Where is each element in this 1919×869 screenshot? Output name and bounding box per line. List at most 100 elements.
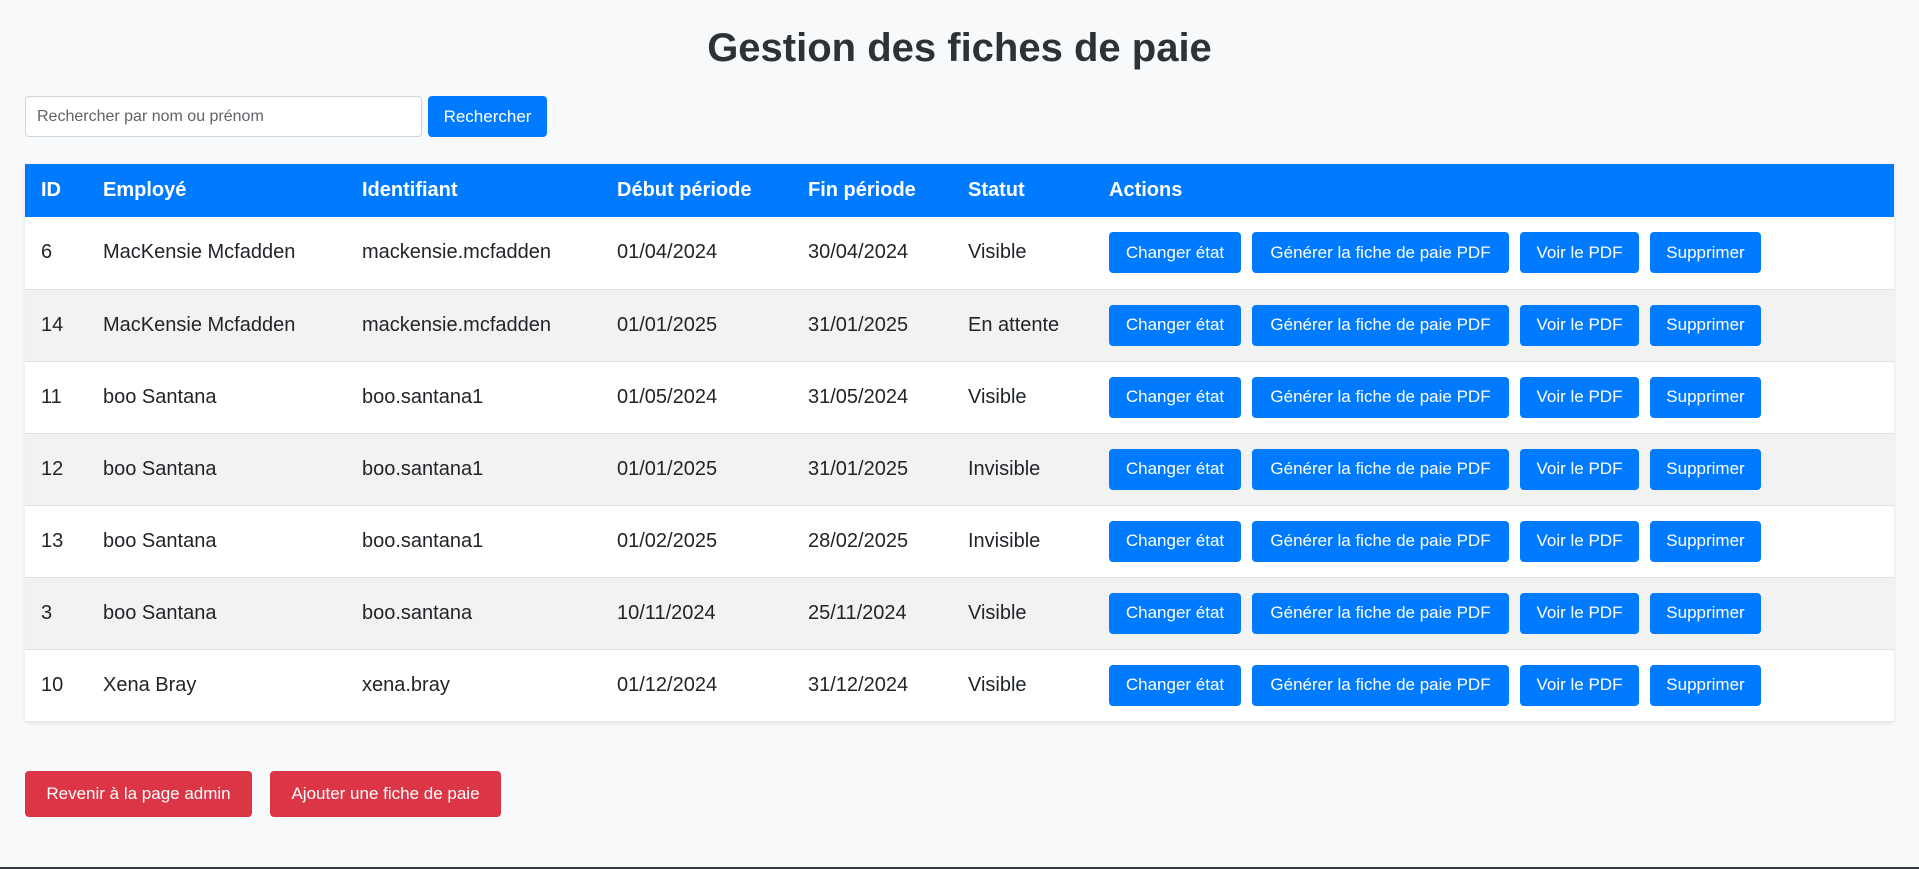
table-row: 6 MacKensie Mcfadden mackensie.mcfadden … [25, 217, 1894, 289]
cell-status: Visible [968, 385, 1027, 408]
table-row: 3 boo Santana boo.santana 10/11/2024 25/… [25, 577, 1894, 649]
table-row: 11 boo Santana boo.santana1 01/05/2024 3… [25, 361, 1894, 433]
cell-login: boo.santana1 [362, 529, 484, 552]
cell-employee: boo Santana [103, 457, 217, 480]
delete-button[interactable]: Supprimer [1650, 592, 1761, 634]
cell-status: Visible [968, 673, 1027, 696]
cell-id: 12 [41, 457, 64, 480]
cell-employee: boo Santana [103, 601, 217, 624]
cell-login: mackensie.mcfadden [362, 313, 551, 336]
delete-button[interactable]: Supprimer [1650, 448, 1761, 490]
generate-pdf-button[interactable]: Générer la fiche de paie PDF [1252, 448, 1509, 490]
cell-status: Visible [968, 241, 1027, 264]
cell-period-end: 30/04/2024 [808, 241, 909, 264]
cell-period-start: 01/02/2025 [617, 529, 718, 552]
change-state-button[interactable]: Changer état [1109, 520, 1241, 562]
generate-pdf-button[interactable]: Générer la fiche de paie PDF [1252, 664, 1509, 706]
cell-employee: MacKensie Mcfadden [103, 313, 296, 336]
cell-id: 14 [41, 313, 64, 336]
cell-status: Invisible [968, 529, 1041, 552]
cell-actions: Changer état Générer la fiche de paie PD… [1093, 649, 1894, 721]
cell-id: 11 [41, 385, 62, 408]
header-period-start: Début période [617, 179, 752, 201]
generate-pdf-button[interactable]: Générer la fiche de paie PDF [1252, 592, 1509, 634]
payslip-table-container: ID Employé Identifiant Début période Fin… [25, 164, 1894, 721]
generate-pdf-button[interactable]: Générer la fiche de paie PDF [1252, 304, 1509, 346]
cell-employee: boo Santana [103, 529, 217, 552]
cell-login: xena.bray [362, 673, 450, 696]
cell-status: En attente [968, 313, 1060, 336]
cell-id: 13 [41, 529, 64, 552]
view-pdf-button[interactable]: Voir le PDF [1520, 448, 1639, 490]
header-login: Identifiant [362, 179, 458, 201]
cell-actions: Changer état Générer la fiche de paie PD… [1093, 577, 1894, 649]
cell-login: boo.santana1 [362, 457, 484, 480]
header-id: ID [41, 179, 61, 201]
page-title: Gestion des fiches de paie [707, 26, 1212, 70]
delete-button[interactable]: Supprimer [1650, 304, 1761, 346]
cell-period-end: 25/11/2024 [808, 601, 907, 624]
cell-employee: boo Santana [103, 385, 217, 408]
cell-login: boo.santana1 [362, 385, 484, 408]
delete-button[interactable]: Supprimer [1650, 376, 1761, 418]
generate-pdf-button[interactable]: Générer la fiche de paie PDF [1252, 520, 1509, 562]
view-pdf-button[interactable]: Voir le PDF [1520, 232, 1639, 274]
delete-button[interactable]: Supprimer [1650, 232, 1761, 274]
cell-period-end: 31/01/2025 [808, 313, 909, 336]
generate-pdf-button[interactable]: Générer la fiche de paie PDF [1252, 232, 1509, 274]
header-status: Statut [968, 179, 1025, 201]
header-period-end: Fin période [808, 179, 916, 201]
cell-status: Visible [968, 601, 1027, 624]
table-header-row: ID Employé Identifiant Début période Fin… [25, 164, 1894, 217]
change-state-button[interactable]: Changer état [1109, 664, 1241, 706]
change-state-button[interactable]: Changer état [1109, 304, 1241, 346]
table-row: 14 MacKensie Mcfadden mackensie.mcfadden… [25, 289, 1894, 361]
cell-actions: Changer état Générer la fiche de paie PD… [1093, 361, 1894, 433]
search-button[interactable]: Rechercher [428, 96, 547, 137]
header-employee: Employé [103, 179, 187, 201]
change-state-button[interactable]: Changer état [1109, 232, 1241, 274]
cell-period-start: 10/11/2024 [617, 601, 716, 624]
cell-id: 6 [41, 241, 53, 264]
cell-actions: Changer état Générer la fiche de paie PD… [1093, 505, 1894, 577]
cell-login: boo.santana [362, 601, 473, 624]
cell-actions: Changer état Générer la fiche de paie PD… [1093, 289, 1894, 361]
cell-id: 3 [41, 601, 53, 624]
view-pdf-button[interactable]: Voir le PDF [1520, 376, 1639, 418]
cell-period-start: 01/12/2024 [617, 673, 718, 696]
cell-actions: Changer état Générer la fiche de paie PD… [1093, 217, 1894, 289]
cell-employee: MacKensie Mcfadden [103, 241, 296, 264]
view-pdf-button[interactable]: Voir le PDF [1520, 520, 1639, 562]
cell-period-start: 01/01/2025 [617, 313, 718, 336]
view-pdf-button[interactable]: Voir le PDF [1520, 664, 1639, 706]
generate-pdf-button[interactable]: Générer la fiche de paie PDF [1252, 376, 1509, 418]
footer-actions: Revenir à la page admin Ajouter une fich… [25, 771, 519, 817]
cell-period-start: 01/01/2025 [617, 457, 718, 480]
delete-button[interactable]: Supprimer [1650, 520, 1761, 562]
change-state-button[interactable]: Changer état [1109, 592, 1241, 634]
cell-period-end: 28/02/2025 [808, 529, 909, 552]
header-actions: Actions [1109, 179, 1183, 201]
add-payslip-button[interactable]: Ajouter une fiche de paie [270, 771, 501, 817]
cell-login: mackensie.mcfadden [362, 241, 551, 264]
cell-period-start: 01/05/2024 [617, 385, 718, 408]
cell-actions: Changer état Générer la fiche de paie PD… [1093, 433, 1894, 505]
change-state-button[interactable]: Changer état [1109, 448, 1241, 490]
view-pdf-button[interactable]: Voir le PDF [1520, 592, 1639, 634]
cell-period-end: 31/05/2024 [808, 385, 909, 408]
cell-period-end: 31/12/2024 [808, 673, 909, 696]
view-pdf-button[interactable]: Voir le PDF [1520, 304, 1639, 346]
payslip-table: ID Employé Identifiant Début période Fin… [25, 164, 1894, 721]
delete-button[interactable]: Supprimer [1650, 664, 1761, 706]
cell-period-end: 31/01/2025 [808, 457, 909, 480]
cell-status: Invisible [968, 457, 1041, 480]
cell-id: 10 [41, 673, 64, 696]
back-to-admin-button[interactable]: Revenir à la page admin [25, 771, 252, 817]
table-row: 12 boo Santana boo.santana1 01/01/2025 3… [25, 433, 1894, 505]
change-state-button[interactable]: Changer état [1109, 376, 1241, 418]
table-row: 13 boo Santana boo.santana1 01/02/2025 2… [25, 505, 1894, 577]
cell-period-start: 01/04/2024 [617, 241, 718, 264]
cell-employee: Xena Bray [103, 673, 197, 696]
table-row: 10 Xena Bray xena.bray 01/12/2024 31/12/… [25, 649, 1894, 721]
search-input[interactable] [25, 96, 422, 137]
